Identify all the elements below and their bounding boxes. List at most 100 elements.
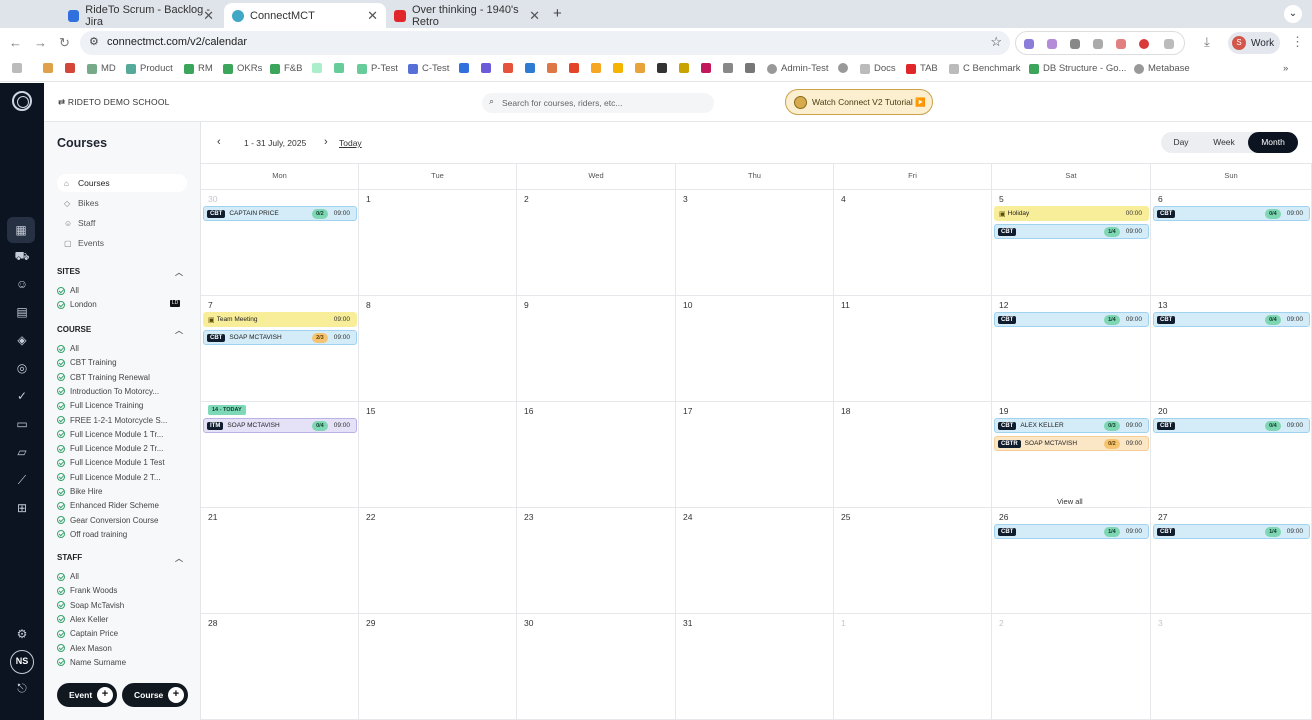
messages-icon[interactable]: ▱ (12, 443, 32, 461)
sidebar-item-courses[interactable]: ⌂ Courses (57, 174, 187, 192)
apps-icon[interactable] (12, 63, 26, 73)
course-event[interactable]: CBT CAPTAIN PRICE 0/2 09:00 (203, 206, 357, 221)
extension-icon[interactable] (1047, 39, 1057, 49)
bookmark-md[interactable]: MD (87, 63, 116, 74)
day-cell[interactable]: 11 (834, 296, 992, 402)
day-cell[interactable]: 10 (676, 296, 834, 402)
bookmark-okrs[interactable]: OKRs (223, 63, 262, 74)
bookmark-icon[interactable] (591, 63, 605, 73)
add-event-button[interactable]: Event + (57, 683, 117, 707)
bookmark-docs[interactable]: Docs (860, 63, 896, 74)
bookmark-icon[interactable] (547, 63, 561, 73)
course-filter-item[interactable]: CBT Training (57, 358, 195, 367)
bookmark-icon[interactable] (723, 63, 737, 73)
staff-filter-item[interactable]: Alex Keller (57, 615, 195, 624)
course-event[interactable]: CBT 1/4 09:00 (994, 312, 1149, 327)
bookmark-icon[interactable] (569, 63, 583, 73)
day-cell[interactable]: 3 (1151, 614, 1312, 720)
calendar-event[interactable]: ▣ Team Meeting 09:00 (203, 312, 357, 327)
browser-tab-jira[interactable]: RideTo Scrum - Backlog - Jira ✕ (60, 3, 222, 28)
day-cell[interactable]: 21 (201, 508, 359, 614)
sidebar-item-staff[interactable]: ☺ Staff (57, 214, 187, 232)
camera-icon[interactable] (1093, 39, 1103, 49)
view-all-link[interactable]: View all (1057, 497, 1083, 506)
day-cell[interactable]: 2 (992, 614, 1151, 720)
bookmark-c-benchmark[interactable]: C Benchmark (949, 63, 1021, 74)
close-icon[interactable]: ✕ (529, 8, 540, 24)
course-event[interactable]: CBT 0/4 09:00 (1153, 312, 1310, 327)
day-cell[interactable]: 15 (359, 402, 517, 508)
bookmark-metabase[interactable]: Metabase (1134, 63, 1190, 74)
cart-icon[interactable]: ⛟ (12, 247, 32, 265)
bookmark-ptest[interactable]: P-Test (357, 63, 398, 74)
day-cell[interactable]: 8 (359, 296, 517, 402)
bookmark-admin-test[interactable]: Admin-Test (767, 63, 829, 74)
course-event[interactable]: CBT 1/4 09:00 (994, 524, 1149, 539)
forward-icon[interactable]: → (34, 35, 47, 50)
browser-tab-youtube[interactable]: Over thinking - 1940's Retro ✕ (386, 3, 548, 28)
browser-tab-connectmct[interactable]: ConnectMCT ✕ (224, 3, 386, 28)
analytics-icon[interactable]: ⟋ (12, 471, 32, 489)
bookmark-tab[interactable]: TAB (906, 63, 938, 74)
smile-icon[interactable]: ◎ (12, 359, 32, 377)
bookmark-db-structure[interactable]: DB Structure - Go... (1029, 63, 1126, 74)
extension-icon[interactable] (1139, 39, 1149, 49)
add-box-icon[interactable]: ⊞ (12, 499, 32, 517)
staff-filter-item[interactable]: Soap McTavish (57, 601, 195, 610)
course-filter-item[interactable]: Full Licence Training (57, 401, 195, 410)
bookmark-icon[interactable] (312, 63, 326, 73)
bookmark-icon[interactable] (503, 63, 517, 73)
sidebar-item-events[interactable]: ▢ Events (57, 234, 187, 252)
calendar-event[interactable]: ▣ Holiday 00:00 (994, 206, 1149, 221)
tab-search-icon[interactable]: ⌄ (1284, 5, 1302, 23)
course-filter-item[interactable]: All (57, 344, 195, 353)
course-filter-item[interactable]: Introduction To Motorcy... (57, 387, 195, 396)
new-tab-icon[interactable]: + (553, 5, 562, 22)
course-event[interactable]: CBT 0/4 09:00 (1153, 206, 1310, 221)
school-name[interactable]: ⇄ RIDETO DEMO SCHOOL (58, 97, 170, 108)
course-filter-item[interactable]: Gear Conversion Course (57, 516, 195, 525)
course-event[interactable]: CBT 1/4 09:00 (1153, 524, 1310, 539)
bookmark-ctest[interactable]: C-Test (408, 63, 449, 74)
settings-icon[interactable]: ⚙ (12, 625, 32, 643)
bookmark-rm[interactable]: RM (184, 63, 213, 74)
menu-icon[interactable]: ⋮ (1291, 34, 1304, 50)
add-course-button[interactable]: Course + (122, 683, 188, 707)
extension-icon[interactable] (1070, 39, 1080, 49)
download-icon[interactable]: ⤓ (1204, 34, 1210, 50)
day-cell[interactable]: 16 (517, 402, 676, 508)
staff-filter-item[interactable]: Frank Woods (57, 586, 195, 595)
course-filter-item[interactable]: Full Licence Module 2 T... (57, 473, 195, 482)
course-filter-item[interactable]: Full Licence Module 1 Tr... (57, 430, 195, 439)
app-logo-icon[interactable] (12, 91, 32, 111)
site-settings-icon[interactable]: ⚙ (89, 35, 99, 48)
logout-icon[interactable]: ⎋ (12, 679, 32, 697)
bookmark-product[interactable]: Product (126, 63, 173, 74)
view-day-button[interactable]: Day (1161, 132, 1201, 153)
reload-icon[interactable]: ↻ (59, 35, 70, 51)
course-filter-item[interactable]: Bike Hire (57, 487, 195, 496)
document-icon[interactable]: ▤ (12, 303, 32, 321)
url-text[interactable]: connectmct.com/v2/calendar (107, 36, 247, 48)
bookmark-icon[interactable] (635, 63, 649, 73)
check-circle-icon[interactable]: ✓ (12, 387, 32, 405)
course-event[interactable]: CBT 1/4 09:00 (994, 224, 1149, 239)
day-cell[interactable]: 3 (676, 190, 834, 296)
day-cell[interactable]: 1 (359, 190, 517, 296)
users-icon[interactable]: ☺ (12, 275, 32, 293)
site-filter-item[interactable]: All (57, 286, 195, 295)
tutorial-button[interactable]: Watch Connect V2 Tutorial ▶️ (785, 89, 933, 115)
omnibox[interactable]: ⚙ connectmct.com/v2/calendar ☆ (80, 31, 1010, 55)
course-event[interactable]: CBTR SOAP MCTAVISH 0/2 09:00 (994, 436, 1149, 451)
day-cell[interactable]: 30 (517, 614, 676, 720)
back-icon[interactable]: ← (9, 35, 22, 50)
bookmark-icon[interactable] (701, 63, 715, 73)
chat-icon[interactable]: ▭ (12, 415, 32, 433)
today-link[interactable]: Today (339, 138, 362, 148)
day-cell[interactable]: 28 (201, 614, 359, 720)
day-cell[interactable]: 23 (517, 508, 676, 614)
bookmark-icon[interactable] (481, 63, 495, 73)
close-icon[interactable]: ✕ (203, 8, 214, 24)
course-filter-item[interactable]: Full Licence Module 2 Tr... (57, 444, 195, 453)
next-month-icon[interactable]: › (324, 136, 328, 148)
